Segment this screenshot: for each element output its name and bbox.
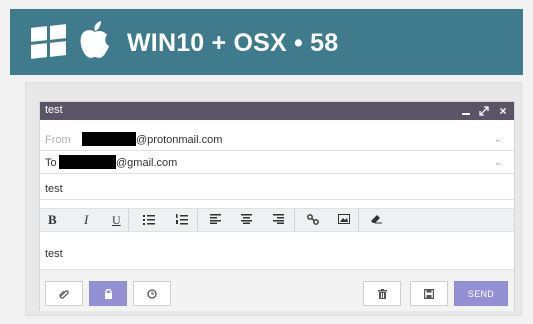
- attachment-icon: [59, 289, 69, 299]
- unordered-list-icon[interactable]: [143, 209, 155, 231]
- formatting-toolbar: B I U: [40, 208, 514, 232]
- attachment-button[interactable]: [45, 281, 83, 306]
- delete-draft-button[interactable]: [363, 281, 401, 306]
- italic-button[interactable]: I: [84, 209, 88, 231]
- send-button[interactable]: SEND: [454, 281, 508, 306]
- timer-icon: [147, 288, 157, 299]
- toolbar-divider: [358, 209, 359, 231]
- close-icon[interactable]: ×: [496, 102, 510, 120]
- from-address: @protonmail.com: [136, 134, 223, 146]
- align-center-icon[interactable]: [241, 209, 252, 231]
- trash-icon: [377, 288, 387, 299]
- apple-logo-icon: [80, 21, 109, 58]
- ordered-list-icon[interactable]: [176, 209, 188, 231]
- subject-text: test: [45, 183, 63, 195]
- toolbar-divider: [294, 209, 295, 231]
- banner-title: WIN10 + OSX • 58: [127, 29, 339, 57]
- minimize-icon[interactable]: [459, 102, 473, 120]
- from-label: From: [45, 134, 71, 146]
- chevron-down-icon[interactable]: ⌄: [494, 134, 502, 145]
- windows-logo-icon: [31, 24, 66, 59]
- to-address: @gmail.com: [116, 157, 178, 169]
- to-label: To: [45, 157, 57, 169]
- encryption-button[interactable]: [89, 281, 127, 306]
- underline-button[interactable]: U: [112, 209, 121, 231]
- compose-footer: SEND: [40, 269, 514, 311]
- link-icon[interactable]: [307, 209, 319, 231]
- message-body[interactable]: test: [45, 248, 63, 260]
- banner: WIN10 + OSX • 58: [10, 9, 523, 75]
- toolbar-divider: [197, 209, 198, 231]
- redacted-sender: [82, 132, 136, 146]
- subject-field[interactable]: test: [40, 178, 514, 200]
- align-right-icon[interactable]: [273, 209, 284, 231]
- toolbar-divider: [128, 209, 129, 231]
- image-icon[interactable]: [338, 209, 350, 231]
- chevron-down-icon[interactable]: ⌄: [494, 157, 502, 168]
- compose-window-title: test: [45, 104, 63, 116]
- expiration-button[interactable]: [133, 281, 171, 306]
- eraser-icon[interactable]: [371, 209, 383, 231]
- compose-window: test × From @protonmail.com ⌄ To @gmail.…: [39, 101, 515, 311]
- align-left-icon[interactable]: [210, 209, 221, 231]
- to-field[interactable]: To @gmail.com ⌄: [40, 152, 514, 174]
- maximize-icon[interactable]: [477, 102, 491, 120]
- compose-titlebar[interactable]: test ×: [40, 102, 514, 120]
- save-draft-button[interactable]: [410, 281, 448, 306]
- from-field[interactable]: From @protonmail.com ⌄: [40, 129, 514, 151]
- bold-button[interactable]: B: [48, 209, 57, 231]
- save-icon: [424, 288, 434, 299]
- lock-icon: [104, 288, 112, 299]
- redacted-recipient: [59, 155, 116, 169]
